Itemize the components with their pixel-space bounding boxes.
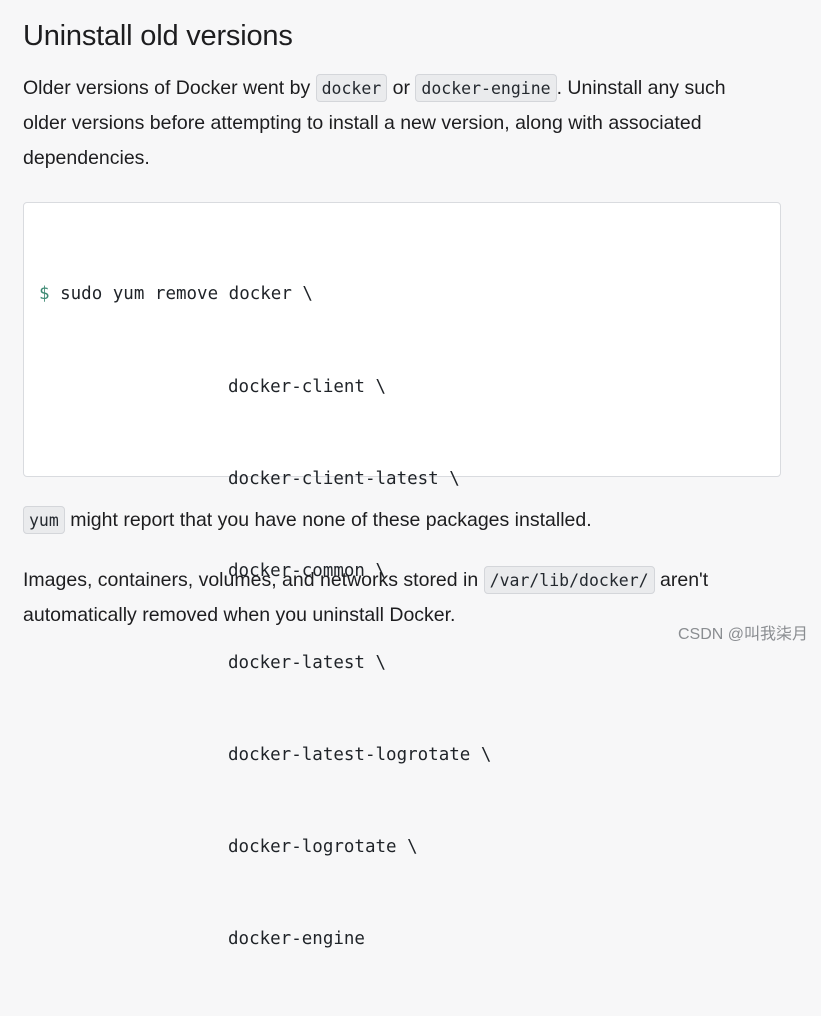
code-block[interactable]: $ sudo yum remove docker \ docker-client…	[23, 202, 781, 949]
yum-note-text: might report that you have none of these…	[64, 509, 592, 531]
code-line: docker-latest-logrotate \	[39, 740, 491, 771]
section-heading: Uninstall old versions	[23, 20, 293, 52]
code-line: $ sudo yum remove docker \	[39, 279, 491, 310]
code-package: docker-engine	[228, 929, 365, 950]
data-note-paragraph: Images, containers, volumes, and network…	[23, 563, 763, 633]
code-line: docker-latest \	[39, 648, 491, 679]
inline-code-docker: docker	[315, 74, 388, 102]
inline-code-yum: yum	[23, 506, 65, 534]
code-line: docker-engine	[39, 924, 491, 955]
code-line: docker-logrotate \	[39, 832, 491, 863]
inline-code-var-lib-docker: /var/lib/docker/	[483, 566, 655, 594]
code-line: docker-client \	[39, 372, 491, 403]
code-package: docker-logrotate \	[228, 836, 418, 857]
intro-paragraph: Older versions of Docker went by docker …	[23, 71, 763, 176]
code-line: docker-client-latest \	[39, 464, 491, 495]
data-note-before: Images, containers, volumes, and network…	[23, 569, 484, 591]
csdn-watermark: CSDN @叫我柒月	[677, 626, 808, 643]
shell-prompt: $	[39, 284, 50, 305]
code-package: docker-latest \	[228, 652, 387, 673]
code-package: docker-client-latest \	[228, 468, 460, 489]
code-package: docker-client \	[228, 376, 387, 397]
intro-text-mid: or	[387, 77, 416, 99]
yum-note-paragraph: yum might report that you have none of t…	[23, 503, 763, 538]
code-command: sudo yum remove docker \	[49, 284, 313, 305]
inline-code-docker-engine: docker-engine	[415, 74, 557, 102]
intro-text-before: Older versions of Docker went by	[23, 77, 316, 99]
code-package: docker-latest-logrotate \	[228, 744, 492, 765]
